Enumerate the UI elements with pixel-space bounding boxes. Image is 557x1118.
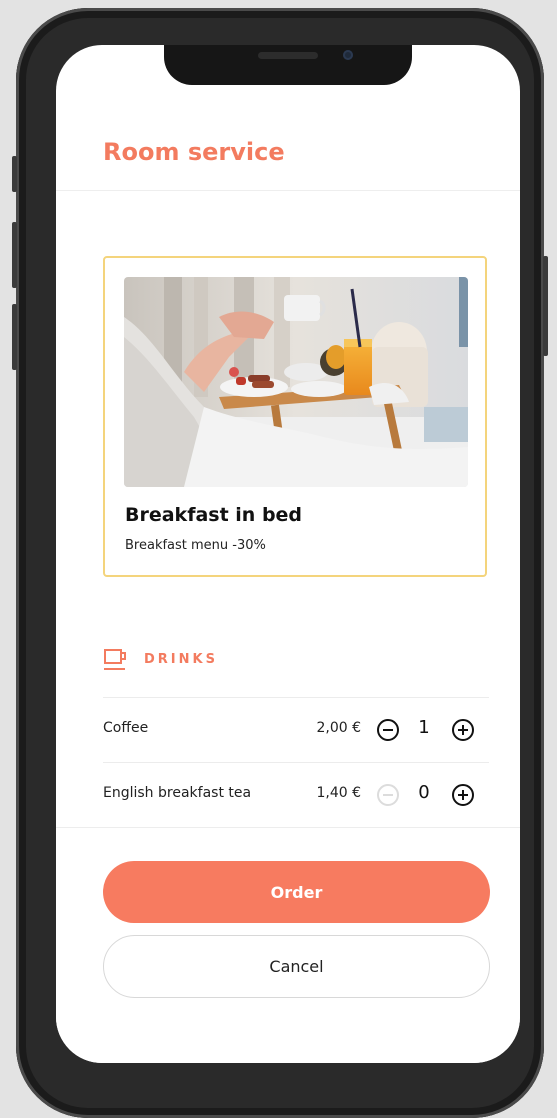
cancel-button[interactable]: Cancel: [103, 935, 490, 998]
breakfast-tray-photo: [124, 277, 468, 487]
phone-volume-up-button: [12, 222, 17, 288]
drink-row-coffee: Coffee 2,00 € 1: [103, 698, 489, 762]
drink-price: 1,40 €: [316, 785, 361, 801]
breakfast-promo-card[interactable]: Breakfast in bed Breakfast menu -30%: [103, 256, 487, 577]
minus-circle-icon[interactable]: [376, 718, 400, 742]
phone-side-button: [12, 156, 17, 192]
phone-power-button: [543, 256, 548, 356]
header-divider: [56, 190, 520, 191]
drinks-section-label: DRINKS: [144, 652, 218, 667]
speaker-grille: [258, 52, 318, 59]
drinks-section-header: DRINKS: [103, 648, 303, 672]
quantity-value: 1: [418, 717, 430, 738]
promo-subtitle: Breakfast menu -30%: [125, 538, 266, 553]
drink-price: 2,00 €: [316, 720, 361, 736]
cup-icon: [104, 649, 126, 670]
plus-circle-icon[interactable]: [451, 783, 475, 807]
phone-notch: [164, 45, 412, 85]
drink-name: English breakfast tea: [103, 785, 252, 801]
promo-title: Breakfast in bed: [125, 504, 303, 526]
order-button[interactable]: Order: [103, 861, 490, 923]
minus-circle-icon[interactable]: [376, 783, 400, 807]
drink-name: Coffee: [103, 720, 149, 736]
plus-circle-icon[interactable]: [451, 718, 475, 742]
drink-row-english-breakfast-tea: English breakfast tea 1,40 € 0: [103, 763, 489, 827]
app-screen: Room service Breakfast in bed Breakfast …: [56, 45, 520, 1063]
page-title: Room service: [103, 138, 285, 166]
front-camera: [343, 50, 353, 60]
quantity-value: 0: [418, 782, 430, 803]
phone-volume-down-button: [12, 304, 17, 370]
